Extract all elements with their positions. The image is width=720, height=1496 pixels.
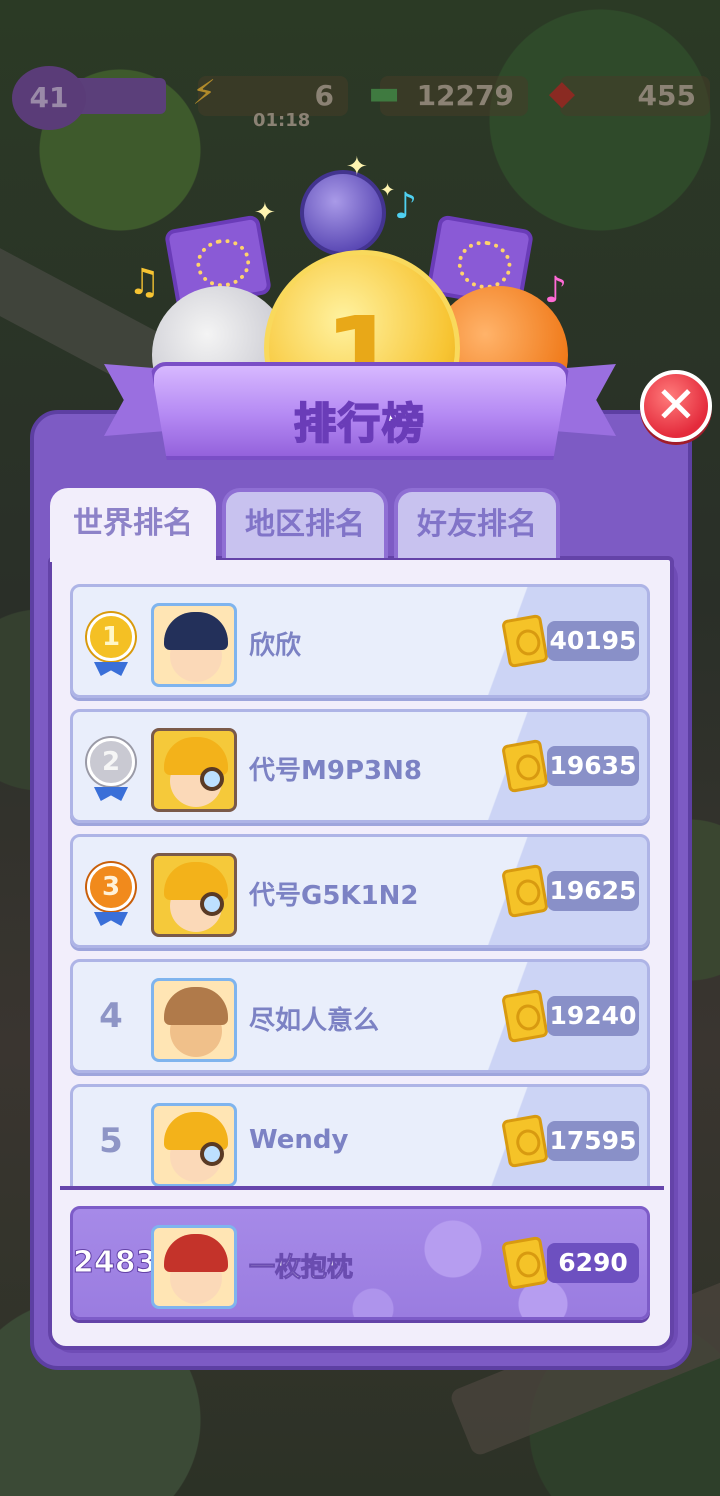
ticket-coin-icon — [501, 863, 549, 919]
ticket-coin-icon — [501, 738, 549, 794]
player-name: 一枚抱枕 — [248, 1253, 354, 1284]
player-score: 19240 — [547, 996, 639, 1036]
tab-region-ranking[interactable]: 地区排名 — [222, 488, 388, 558]
player-name: 代号M9P3N8 — [249, 756, 422, 786]
rank-number: 5 — [99, 1121, 123, 1161]
magnifier-icon — [200, 1142, 224, 1166]
avatar[interactable] — [151, 978, 237, 1062]
player-name: 尽如人意么 — [249, 1006, 380, 1036]
player-score: 40195 — [547, 621, 639, 661]
avatar[interactable] — [151, 853, 237, 937]
music-note-icon: ♪ — [544, 270, 567, 311]
sparkle-icon: ✦ — [254, 198, 276, 228]
list-item[interactable]: 3 代号G5K1N2 19625 — [70, 834, 650, 948]
cash-icon: ▬ — [367, 73, 401, 113]
ranking-rows[interactable]: 1 欣欣 40195 2 代号M9P3N8 19635 3 代号G5K1N2 1… — [70, 582, 650, 1186]
avatar[interactable] — [151, 1225, 237, 1309]
top-hud: 41 6 ⚡ 01:18 12279 ▬ 455 ◆ — [0, 66, 720, 136]
my-rank-number: 2483 — [73, 1245, 158, 1281]
player-name: 代号G5K1N2 — [249, 881, 419, 911]
gem-icon: ◆ — [548, 73, 576, 113]
close-button[interactable]: ✕ — [640, 370, 712, 442]
rank-medal-icon: 3 — [87, 863, 135, 911]
magnifier-icon — [200, 892, 224, 916]
avatar-hat — [164, 987, 228, 1025]
list-item[interactable]: 4 尽如人意么 19240 — [70, 959, 650, 1073]
my-ranking-row[interactable]: 2483 一枚抱枕 6290 — [70, 1206, 650, 1320]
close-icon: ✕ — [655, 376, 697, 434]
list-divider — [60, 1186, 664, 1190]
rank-number: 4 — [99, 996, 123, 1036]
list-item[interactable]: 1 欣欣 40195 — [70, 584, 650, 698]
list-item[interactable]: 2 代号M9P3N8 19635 — [70, 709, 650, 823]
level-badge[interactable]: 41 — [12, 66, 86, 130]
sparkle-icon: ✦ — [346, 152, 368, 182]
magnifier-icon — [200, 767, 224, 791]
avatar-hood — [164, 1234, 228, 1272]
ticket-coin-icon — [501, 613, 549, 669]
avatar-hair — [164, 612, 228, 650]
avatar[interactable] — [151, 603, 237, 687]
ticket-coin-icon — [501, 1235, 549, 1291]
avatar[interactable] — [151, 728, 237, 812]
rank-medal-icon: 2 — [87, 738, 135, 786]
player-score: 19625 — [547, 871, 639, 911]
player-score: 17595 — [547, 1121, 639, 1161]
page-title: 排行榜 — [293, 398, 426, 449]
player-score: 19635 — [547, 746, 639, 786]
lightning-icon: ⚡ — [192, 73, 216, 113]
player-name: 欣欣 — [249, 631, 302, 661]
ticket-coin-icon — [501, 988, 549, 1044]
list-item[interactable]: 5 Wendy 17595 — [70, 1084, 650, 1186]
music-note-icon: ♫ — [128, 262, 161, 303]
player-score: 6290 — [547, 1243, 639, 1283]
ticket-coin-icon — [501, 1113, 549, 1169]
music-note-icon: ♪ — [394, 186, 417, 227]
microphone-icon — [300, 170, 386, 256]
avatar[interactable] — [151, 1103, 237, 1186]
tab-friend-ranking[interactable]: 好友排名 — [394, 488, 560, 558]
sparkle-icon: ✦ — [380, 180, 396, 201]
player-name: Wendy — [249, 1125, 349, 1155]
energy-timer: 01:18 — [253, 110, 311, 131]
tab-world-ranking[interactable]: 世界排名 — [50, 488, 216, 562]
rank-medal-icon: 1 — [87, 613, 135, 661]
